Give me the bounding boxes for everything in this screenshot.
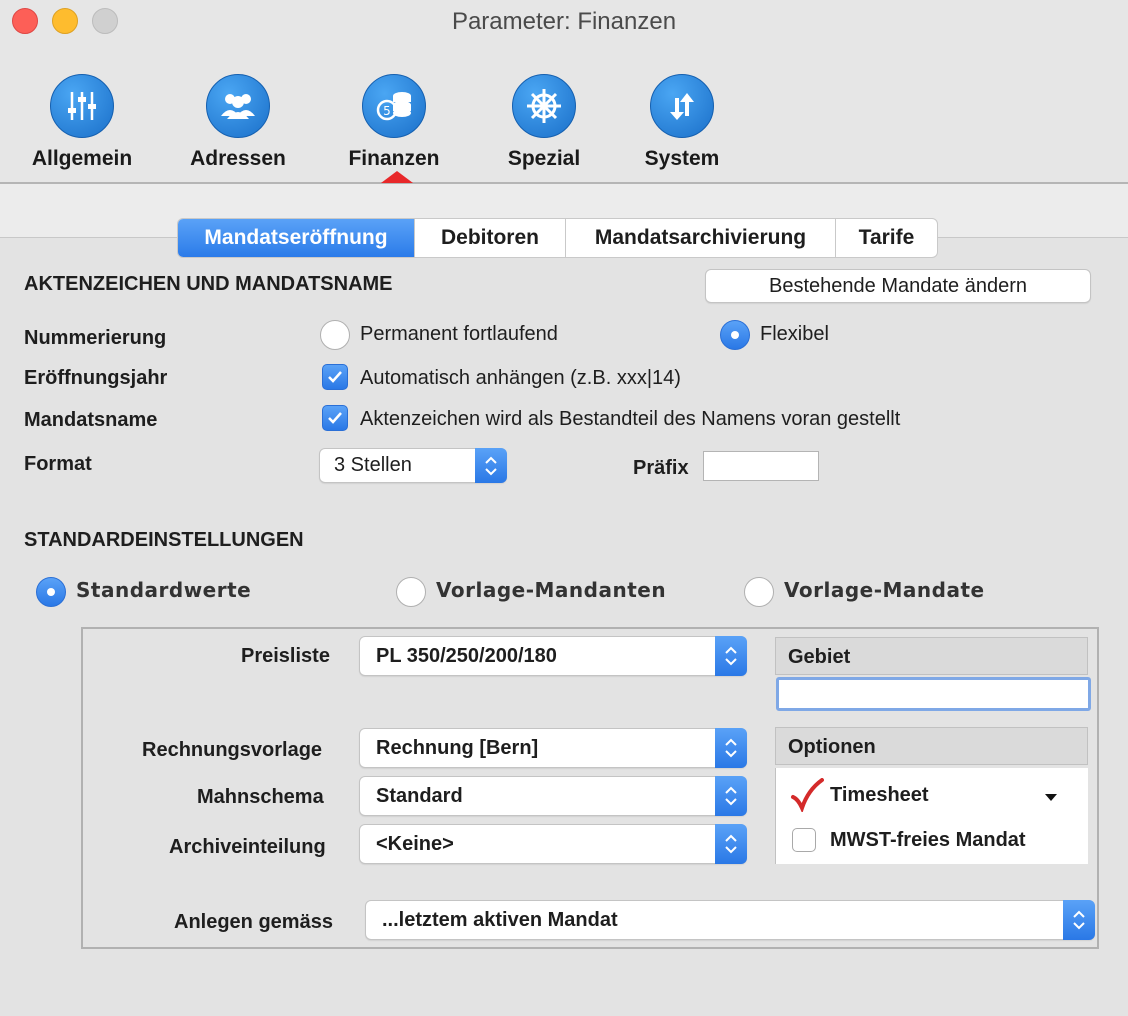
rechnungsvorlage-label: Rechnungsvorlage xyxy=(142,739,323,761)
auto-append-year-text: Automatisch anhängen (z.B. xxx|14) xyxy=(360,367,681,389)
change-existing-mandates-button[interactable]: Bestehende Mandate ändern xyxy=(705,269,1091,303)
format-label: Format xyxy=(24,453,92,475)
permanent-fortlaufend-label: Permanent fortlaufend xyxy=(360,323,558,345)
selected-toolbar-marker xyxy=(381,171,413,183)
updown-chevrons-icon xyxy=(715,636,747,676)
dropdown-triangle-icon[interactable] xyxy=(1044,792,1058,802)
title-bar: Parameter: Finanzen xyxy=(0,0,1128,44)
vorlage-mandate-radio[interactable] xyxy=(744,577,774,607)
permanent-fortlaufend-radio[interactable] xyxy=(320,320,350,350)
nummerierung-label: Nummerierung xyxy=(24,327,167,349)
vorlage-mandanten-radio[interactable] xyxy=(396,577,426,607)
option-timesheet[interactable]: Timesheet xyxy=(776,774,1089,818)
ship-wheel-icon xyxy=(512,74,576,138)
toolbar-label: Spezial xyxy=(507,147,581,170)
updown-chevrons-icon xyxy=(715,776,747,816)
archiveinteilung-select[interactable]: <Keine> xyxy=(359,824,747,864)
optionen-list: Timesheet MWST-freies Mandat xyxy=(775,768,1088,864)
preisliste-value: PL 350/250/200/180 xyxy=(376,645,557,667)
rechnungsvorlage-value: Rechnung [Bern] xyxy=(376,737,539,759)
mandatsname-label: Mandatsname xyxy=(24,409,158,431)
mahnschema-select[interactable]: Standard xyxy=(359,776,747,816)
mahnschema-label: Mahnschema xyxy=(197,786,324,808)
mwst-frei-label: MWST-freies Mandat xyxy=(830,829,1026,851)
optionen-header: Optionen xyxy=(775,727,1088,765)
preferences-toolbar: Allgemein Adressen 5 Finanzen Spezial Sy… xyxy=(0,44,1128,184)
updown-chevrons-icon xyxy=(1063,900,1095,940)
gebiet-input[interactable] xyxy=(776,677,1091,711)
anlegen-label: Anlegen gemäss xyxy=(174,911,333,933)
updown-chevrons-icon xyxy=(475,448,507,483)
format-select[interactable]: 3 Stellen xyxy=(319,448,507,483)
updown-chevrons-icon xyxy=(715,728,747,768)
red-checkmark-icon xyxy=(791,778,824,812)
toolbar-item-adressen[interactable]: Adressen xyxy=(168,74,308,171)
praefix-input[interactable] xyxy=(703,451,819,481)
tab-mandatseroeffnung[interactable]: Mandatseröffnung xyxy=(178,219,415,257)
prefix-name-checkbox[interactable] xyxy=(322,405,348,431)
tab-debitoren[interactable]: Debitoren xyxy=(415,219,566,257)
toolbar-item-spezial[interactable]: Spezial xyxy=(474,74,614,171)
praefix-label: Präfix xyxy=(633,457,689,479)
flexibel-radio[interactable] xyxy=(720,320,750,350)
window-title: Parameter: Finanzen xyxy=(451,8,677,35)
rechnungsvorlage-select[interactable]: Rechnung [Bern] xyxy=(359,728,747,768)
standard-heading: STANDARDEINSTELLUNGEN xyxy=(24,529,304,551)
coins-icon: 5 xyxy=(362,74,426,138)
flexibel-label: Flexibel xyxy=(760,323,829,345)
mwst-frei-checkbox[interactable] xyxy=(792,828,816,852)
sliders-icon xyxy=(50,74,114,138)
toolbar-label: Adressen xyxy=(190,147,286,170)
preisliste-select[interactable]: PL 350/250/200/180 xyxy=(359,636,747,676)
standardwerte-radio[interactable] xyxy=(36,577,66,607)
eroeffnungsjahr-label: Eröffnungsjahr xyxy=(24,367,168,389)
timesheet-label: Timesheet xyxy=(830,784,929,806)
arrows-icon xyxy=(650,74,714,138)
vorlage-mandate-label: Vorlage-Mandate xyxy=(784,578,985,602)
auto-append-year-checkbox[interactable] xyxy=(322,364,348,390)
archiveinteilung-label: Archiveinteilung xyxy=(169,836,326,858)
checkmark-icon xyxy=(328,412,342,424)
toolbar-item-finanzen[interactable]: 5 Finanzen xyxy=(324,74,464,171)
checkmark-icon xyxy=(328,371,342,383)
prefix-name-text: Aktenzeichen wird als Bestandteil des Na… xyxy=(360,408,901,430)
vorlage-mandanten-label: Vorlage-Mandanten xyxy=(436,578,667,602)
archiveinteilung-value: <Keine> xyxy=(376,833,454,855)
preisliste-label: Preisliste xyxy=(241,645,330,667)
toolbar-label: Finanzen xyxy=(348,147,440,170)
people-icon xyxy=(206,74,270,138)
tab-bar: Mandatseröffnung Debitoren Mandatsarchiv… xyxy=(177,218,938,258)
format-select-value: 3 Stellen xyxy=(334,454,412,476)
updown-chevrons-icon xyxy=(715,824,747,864)
tab-mandatsarchivierung[interactable]: Mandatsarchivierung xyxy=(566,219,836,257)
toolbar-label: Allgemein xyxy=(31,147,133,170)
tab-tarife[interactable]: Tarife xyxy=(836,219,937,257)
toolbar-item-system[interactable]: System xyxy=(612,74,752,171)
standardwerte-label: Standardwerte xyxy=(76,578,252,602)
toolbar-item-allgemein[interactable]: Allgemein xyxy=(12,74,152,171)
anlegen-select[interactable]: ...letztem aktiven Mandat xyxy=(365,900,1095,940)
aktenzeichen-heading: AKTENZEICHEN UND MANDATSNAME xyxy=(24,273,393,295)
toolbar-label: System xyxy=(644,147,720,170)
anlegen-value: ...letztem aktiven Mandat xyxy=(382,909,618,931)
gebiet-header: Gebiet xyxy=(775,637,1088,675)
svg-text:5: 5 xyxy=(383,104,391,118)
option-mwst-frei[interactable]: MWST-freies Mandat xyxy=(776,820,1089,860)
mahnschema-value: Standard xyxy=(376,785,463,807)
